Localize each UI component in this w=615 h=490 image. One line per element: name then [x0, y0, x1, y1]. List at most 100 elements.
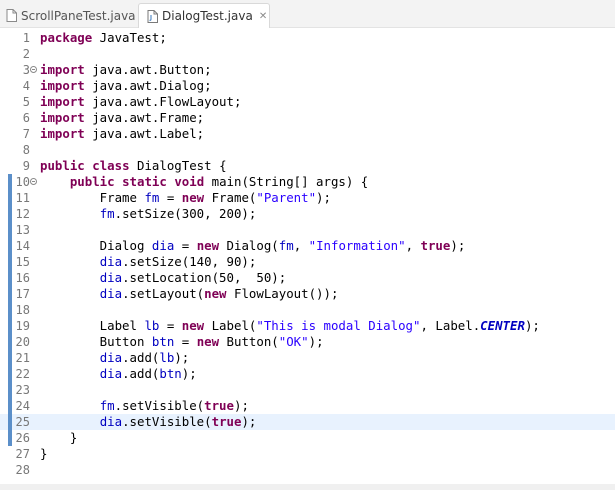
code-line[interactable]: 21 dia.add(lb);: [0, 350, 615, 366]
code-token: package: [40, 30, 93, 45]
code-token: =: [174, 334, 197, 349]
code-token: fm: [278, 238, 294, 253]
code-line[interactable]: 12 fm.setSize(300, 200);: [0, 206, 615, 222]
code-line[interactable]: 23: [0, 382, 615, 398]
code-token: btn: [159, 366, 182, 381]
code-token: main(String[] args) {: [204, 174, 369, 189]
line-number: 5: [22, 95, 30, 109]
code-line[interactable]: 26 }: [0, 430, 615, 446]
fold-collapse-icon[interactable]: [30, 178, 37, 185]
code-token: new: [196, 334, 220, 349]
line-number: 1: [22, 31, 30, 45]
line-number: 12: [15, 207, 30, 221]
code-token: );: [241, 414, 257, 429]
code-token: dia: [151, 238, 175, 253]
code-token: "Parent": [256, 190, 317, 205]
code-token: .add(: [122, 350, 160, 365]
code-token: class: [92, 158, 130, 173]
code-line[interactable]: 13: [0, 222, 615, 238]
code-token: true: [420, 238, 451, 253]
code-token: true: [204, 398, 234, 413]
code-line[interactable]: 18: [0, 302, 615, 318]
code-line[interactable]: 2: [0, 46, 615, 62]
code-line[interactable]: 22 dia.add(btn);: [0, 366, 615, 382]
code-text: fm.setVisible(true);: [40, 398, 249, 414]
code-token: import: [40, 62, 85, 77]
code-token: Label: [40, 318, 145, 333]
code-token: );: [316, 190, 331, 205]
code-token: fm: [99, 398, 115, 413]
code-text: public static void main(String[] args) {: [40, 174, 368, 190]
code-token: dia: [99, 270, 123, 285]
code-line[interactable]: 11 Frame fm = new Frame("Parent");: [0, 190, 615, 206]
code-line[interactable]: 3 import java.awt.Button;: [0, 62, 615, 78]
tab-dialogtest[interactable]: DialogTest.java ✕: [138, 3, 270, 28]
code-line[interactable]: 10 public static void main(String[] args…: [0, 174, 615, 190]
fold-collapse-icon[interactable]: [30, 66, 37, 73]
code-token: new: [204, 286, 227, 301]
code-line[interactable]: 19 Label lb = new Label("This is modal D…: [0, 318, 615, 334]
code-token: }: [40, 430, 78, 445]
code-token: Button: [40, 334, 152, 349]
code-line[interactable]: 25 dia.setVisible(true);: [0, 414, 615, 430]
code-token: );: [308, 334, 324, 349]
code-token: btn: [151, 334, 175, 349]
code-line[interactable]: 14 Dialog dia = new Dialog(fm, "Informat…: [0, 238, 615, 254]
code-token: , Label.: [420, 318, 481, 333]
code-token: Frame: [40, 190, 145, 205]
line-number: 25: [15, 415, 30, 429]
code-text: import java.awt.FlowLayout;: [40, 94, 241, 110]
line-number: 6: [22, 111, 30, 125]
code-line[interactable]: 1 package JavaTest;: [0, 30, 615, 46]
eclipse-editor-window: ScrollPaneTest.java DialogTest.java ✕ 1p…: [0, 0, 615, 490]
code-token: public: [40, 158, 85, 173]
code-token: dia: [99, 286, 123, 301]
code-line[interactable]: 16 dia.setLocation(50, 50);: [0, 270, 615, 286]
code-line[interactable]: 28: [0, 462, 615, 478]
code-line[interactable]: 20 Button btn = new Button("OK");: [0, 334, 615, 350]
code-text: fm.setSize(300, 200);: [40, 206, 257, 222]
line-number: 3: [22, 63, 30, 77]
line-number: 18: [15, 303, 30, 317]
code-line[interactable]: 8: [0, 142, 615, 158]
code-token: );: [524, 318, 540, 333]
line-number: 19: [15, 319, 30, 333]
code-text: import java.awt.Button;: [40, 62, 212, 78]
code-line[interactable]: 4 import java.awt.Dialog;: [0, 78, 615, 94]
line-number: 24: [15, 399, 30, 413]
close-x-icon[interactable]: ✕: [259, 11, 267, 22]
code-editor[interactable]: 1 package JavaTest; 2 3 import java.awt.Butt…: [0, 28, 615, 490]
code-token: Button(: [219, 334, 279, 349]
code-line[interactable]: 6 import java.awt.Frame;: [0, 110, 615, 126]
code-token: "Information": [308, 238, 406, 253]
code-token: );: [181, 366, 197, 381]
code-line[interactable]: 27}: [0, 446, 615, 462]
code-line[interactable]: 7 import java.awt.Label;: [0, 126, 615, 142]
code-text: Label lb = new Label("This is modal Dial…: [40, 318, 540, 334]
code-token: );: [174, 350, 190, 365]
code-line[interactable]: 5 import java.awt.FlowLayout;: [0, 94, 615, 110]
horizontal-scrollbar[interactable]: [0, 484, 615, 490]
java-file-icon: [6, 9, 17, 22]
code-text: import java.awt.Label;: [40, 126, 204, 142]
code-token: import: [40, 78, 85, 93]
line-number: 8: [22, 143, 30, 157]
code-token: "OK": [278, 334, 309, 349]
line-number: 22: [15, 367, 30, 381]
code-line[interactable]: 24 fm.setVisible(true);: [0, 398, 615, 414]
code-token: dia: [99, 366, 123, 381]
tab-scrollpanetest[interactable]: ScrollPaneTest.java: [0, 3, 138, 28]
code-token: new: [181, 318, 205, 333]
code-line[interactable]: 17 dia.setLayout(new FlowLayout());: [0, 286, 615, 302]
code-token: =: [159, 190, 182, 205]
code-text: package JavaTest;: [40, 30, 167, 46]
code-token: fm: [144, 190, 160, 205]
code-token: CENTER: [480, 318, 525, 333]
line-number: 9: [22, 159, 30, 173]
code-line[interactable]: 9 public class DialogTest {: [0, 158, 615, 174]
code-token: Frame(: [204, 190, 257, 205]
code-line[interactable]: 15 dia.setSize(140, 90);: [0, 254, 615, 270]
